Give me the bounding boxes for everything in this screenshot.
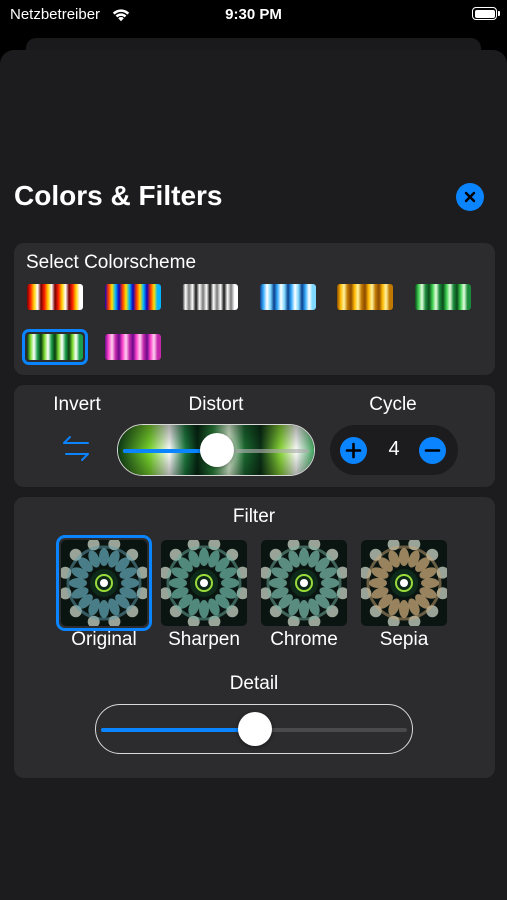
- filter-label-sharpen: Sharpen: [168, 629, 240, 650]
- colorscheme-swatch-fire[interactable]: [27, 284, 83, 310]
- clock: 9:30 PM: [225, 6, 282, 23]
- status-bar: Netzbetreiber 9:30 PM: [0, 0, 507, 30]
- filter-label-original: Original: [71, 629, 137, 650]
- colorscheme-swatch-grayscale[interactable]: [182, 284, 238, 310]
- detail-label: Detail: [229, 673, 279, 694]
- detail-slider[interactable]: [95, 704, 413, 754]
- colorscheme-panel: Select Colorscheme: [14, 243, 495, 375]
- detail-knob[interactable]: [238, 712, 272, 746]
- colorscheme-label: Select Colorscheme: [26, 252, 197, 273]
- filter-label-chrome: Chrome: [270, 629, 338, 650]
- colorscheme-swatch-mint[interactable]: [414, 284, 471, 310]
- detail-fill: [101, 728, 255, 732]
- filter-panel: Filter Original Sharpen Chrome Sepia Detail: [14, 497, 495, 778]
- invert-button[interactable]: [59, 430, 95, 466]
- distort-slider[interactable]: [117, 424, 315, 476]
- colorscheme-swatch-lime[interactable]: [27, 334, 83, 360]
- colorscheme-swatch-rainbow[interactable]: [104, 284, 161, 310]
- sheet-title: Colors & Filters: [14, 180, 223, 211]
- filter-thumb-sharpen[interactable]: [161, 540, 247, 626]
- colorscheme-swatch-gold[interactable]: [337, 284, 393, 310]
- invert-label: Invert: [53, 394, 101, 415]
- filter-thumb-chrome[interactable]: [261, 540, 347, 626]
- invert-icon: [63, 436, 89, 461]
- cycle-decrement-button[interactable]: [419, 437, 446, 464]
- filter-thumb-original[interactable]: [61, 540, 147, 626]
- colorscheme-swatch-magenta[interactable]: [104, 334, 161, 360]
- minus-icon: [424, 449, 441, 452]
- cycle-stepper: 4: [330, 425, 458, 475]
- distort-label: Distort: [188, 394, 244, 415]
- cycle-label: Cycle: [369, 394, 417, 415]
- close-button[interactable]: [456, 183, 484, 211]
- battery-cap: [498, 11, 500, 16]
- close-icon: [464, 191, 476, 203]
- filter-label: Filter: [232, 506, 276, 527]
- distort-knob[interactable]: [200, 433, 234, 467]
- filter-thumb-sepia[interactable]: [361, 540, 447, 626]
- controls-panel: Invert Distort Cycle 4: [14, 385, 495, 487]
- filter-label-sepia: Sepia: [379, 629, 429, 650]
- battery-icon: [472, 7, 497, 20]
- colorscheme-swatch-ice[interactable]: [259, 284, 316, 310]
